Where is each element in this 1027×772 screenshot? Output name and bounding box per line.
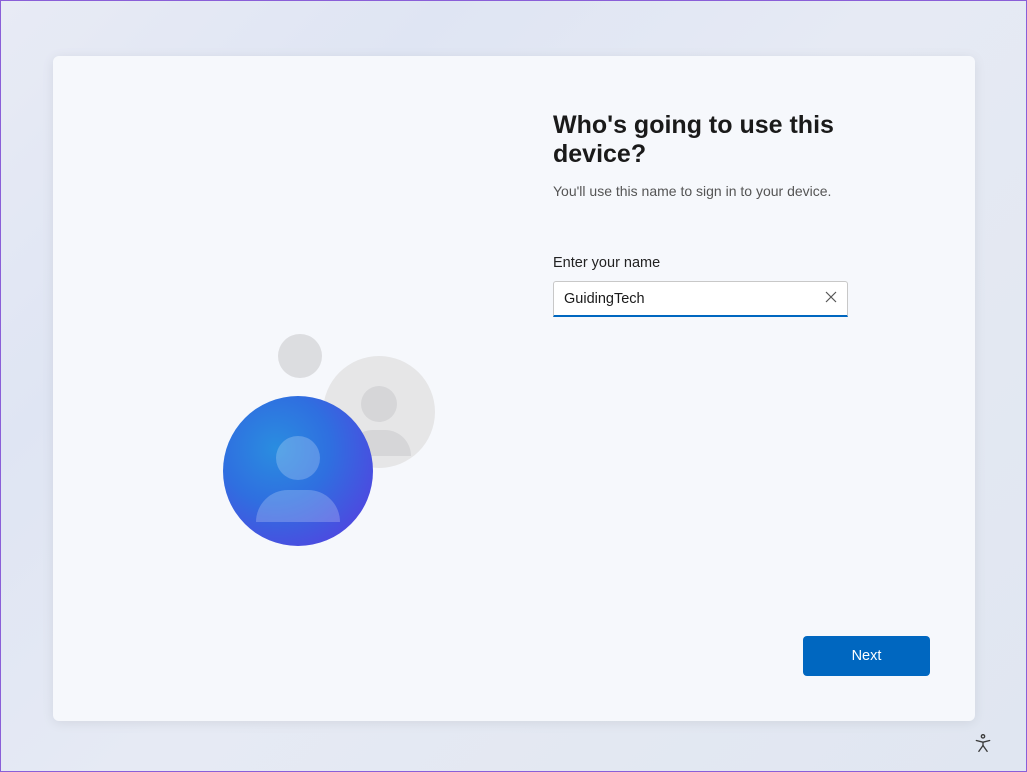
user-illustration: [223, 336, 483, 596]
clear-input-button[interactable]: [815, 282, 847, 316]
page-title: Who's going to use this device?: [553, 111, 913, 169]
right-content: Who's going to use this device? You'll u…: [553, 111, 913, 317]
name-input[interactable]: [554, 291, 815, 307]
name-field-label: Enter your name: [553, 255, 913, 271]
person-front-icon: [223, 396, 373, 546]
small-dot-icon: [278, 334, 322, 378]
close-icon: [825, 291, 837, 306]
name-input-wrap: [553, 281, 848, 317]
accessibility-button[interactable]: [970, 731, 996, 757]
setup-card: Who's going to use this device? You'll u…: [53, 56, 975, 721]
next-button[interactable]: Next: [803, 636, 930, 676]
page-subtitle: You'll use this name to sign in to your …: [553, 183, 913, 199]
accessibility-icon: [973, 733, 993, 756]
